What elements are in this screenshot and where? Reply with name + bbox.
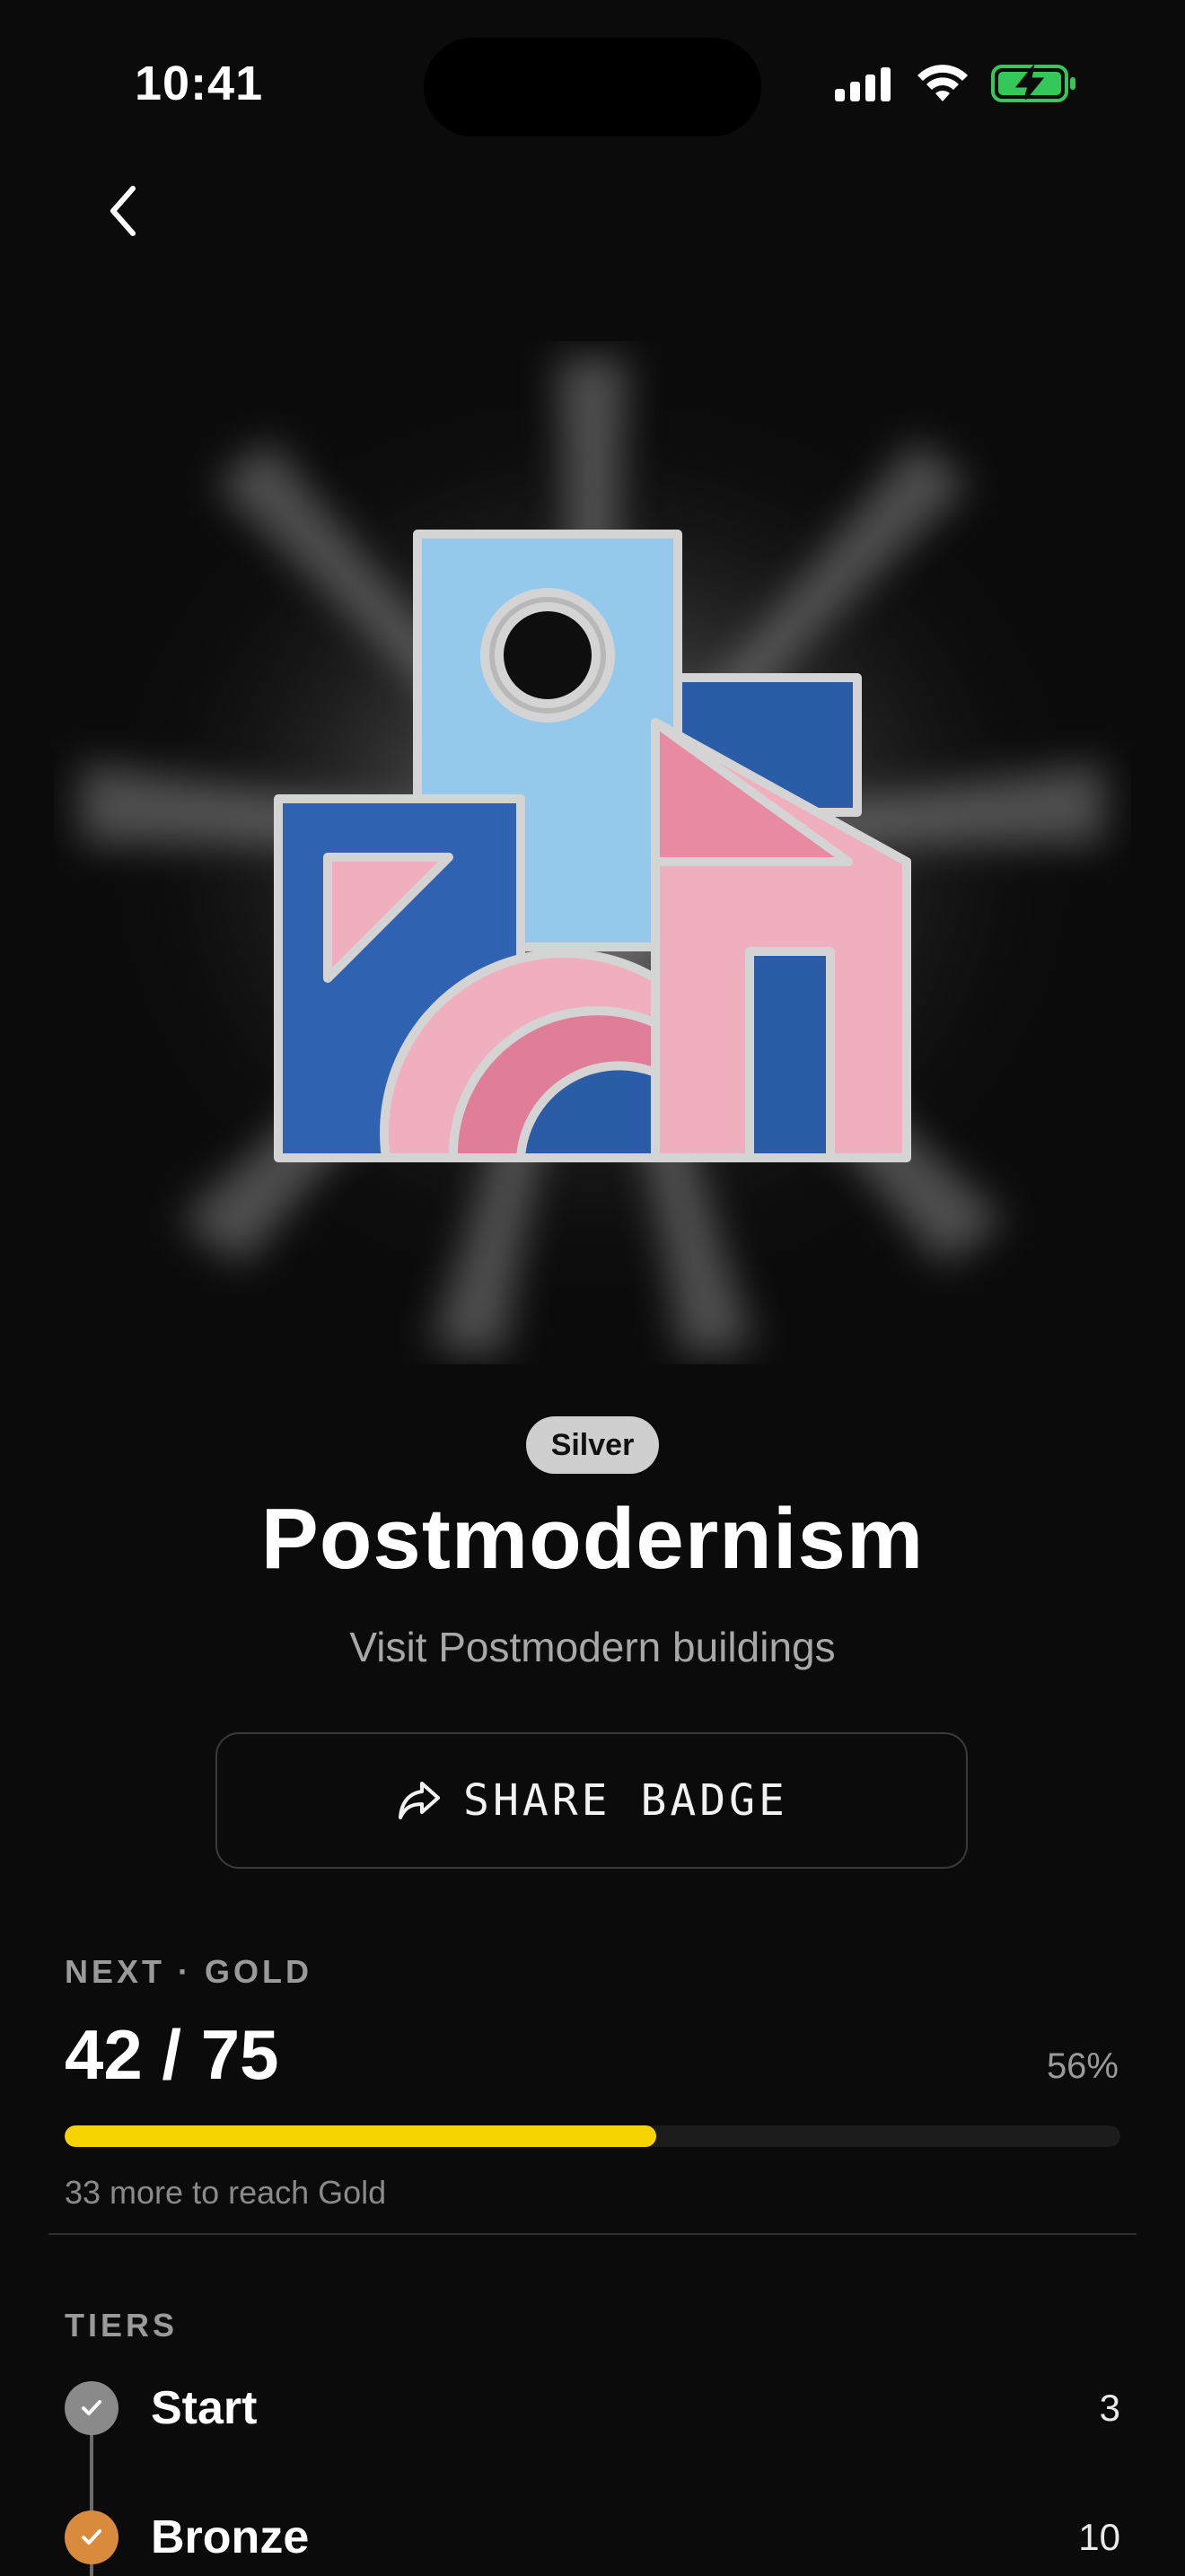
progress-bar xyxy=(65,2125,1120,2147)
tiers-heading: TIERS xyxy=(65,2307,179,2344)
progress-percent: 56% xyxy=(1046,2046,1119,2086)
next-tier-label: NEXT · GOLD xyxy=(65,1953,312,1990)
share-badge-button[interactable]: SHARE BADGE xyxy=(215,1732,968,1869)
share-badge-label: SHARE BADGE xyxy=(463,1775,788,1826)
status-time: 10:41 xyxy=(135,57,264,110)
dynamic-island xyxy=(424,38,761,136)
check-icon xyxy=(65,2510,118,2564)
tier-value: 3 xyxy=(1099,2387,1120,2429)
tier-value: 10 xyxy=(1078,2516,1120,2558)
progress-bar-fill xyxy=(65,2125,656,2147)
tier-name: Bronze xyxy=(151,2511,310,2563)
badge-title: Postmodernism xyxy=(260,1491,925,1587)
status-icons xyxy=(833,63,1077,104)
tier-badge: Silver xyxy=(526,1416,659,1474)
back-button[interactable] xyxy=(93,180,156,242)
badge-subtitle: Visit Postmodern buildings xyxy=(349,1624,836,1670)
divider xyxy=(48,2233,1137,2235)
check-icon xyxy=(65,2381,118,2435)
tier-row-bronze: Bronze 10 xyxy=(65,2506,1120,2569)
cellular-signal-icon xyxy=(835,67,891,101)
wifi-icon xyxy=(917,65,968,101)
progress-value: 42 / 75 xyxy=(65,2015,279,2094)
battery-charging-icon xyxy=(991,63,1075,102)
tier-row-start: Start 3 xyxy=(65,2377,1120,2440)
progress-remaining: 33 more to reach Gold xyxy=(65,2174,387,2211)
tier-name: Start xyxy=(151,2382,258,2434)
postmodernism-badge-image xyxy=(274,530,911,1162)
share-icon xyxy=(399,1782,441,1819)
